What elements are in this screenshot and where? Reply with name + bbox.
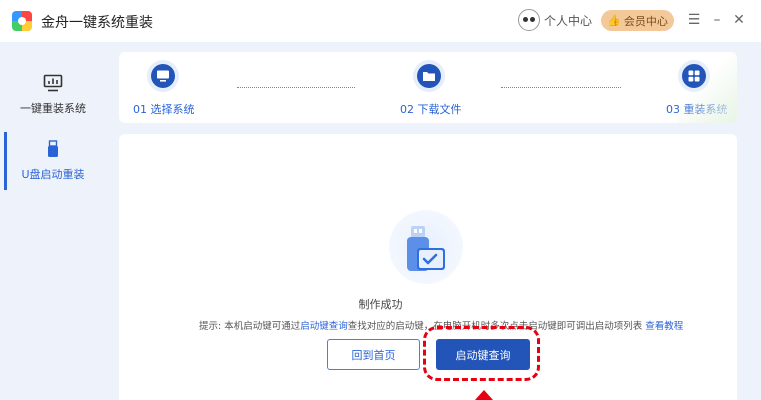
vip-center-label: 会员中心 [623, 14, 668, 28]
app-logo-icon [12, 11, 32, 31]
windows-grid-icon [688, 70, 700, 82]
progress-steps: 01 选择系统 02 下载文件 03 重装系统 [119, 52, 737, 123]
sidebar-item-usb-reinstall[interactable]: U盘启动重装 [0, 128, 106, 194]
sidebar: 一键重装系统 U盘启动重装 [0, 42, 106, 400]
monitor-icon [157, 70, 169, 82]
sidebar-item-one-click-reinstall[interactable]: 一键重装系统 [0, 62, 106, 128]
vip-center-button[interactable]: 👍 会员中心 [601, 10, 674, 31]
step-label-select-system: 01 选择系统 [133, 103, 195, 116]
thumbs-up-icon: 👍 [607, 14, 621, 27]
folder-icon [423, 72, 435, 81]
highlight-annotation [423, 326, 540, 381]
minimize-icon[interactable]: – [709, 10, 725, 30]
back-home-button[interactable]: 回到首页 [327, 339, 420, 370]
step-label-reinstall-system: 03 重装系统 [666, 103, 728, 116]
window-title: 金舟一键系统重装 [41, 15, 153, 31]
user-center-button[interactable]: 个人中心 [518, 9, 592, 31]
menu-icon[interactable]: ☰ [686, 10, 702, 30]
usb-check-icon [407, 226, 445, 271]
sidebar-item-label: U盘启动重装 [21, 168, 85, 181]
usb-drive-icon [48, 140, 58, 157]
sidebar-item-label: 一键重装系统 [20, 102, 86, 115]
arrow-annotation-icon [475, 390, 493, 400]
step-connector [237, 87, 355, 88]
step-connector [501, 87, 621, 88]
panda-avatar-icon [518, 9, 540, 31]
usb-success-illustration [389, 210, 463, 284]
user-center-label: 个人中心 [544, 13, 593, 28]
step-select-system [147, 60, 179, 92]
status-message: 制作成功 [358, 298, 403, 311]
close-icon[interactable]: ✕ [731, 10, 747, 30]
monitor-chart-icon [43, 74, 63, 92]
boot-key-query-link[interactable]: 启动键查询 [300, 321, 348, 332]
step-download-files [413, 60, 445, 92]
view-tutorial-link[interactable]: 查看教程 [645, 321, 683, 332]
title-bar: 金舟一键系统重装 个人中心 👍 会员中心 ☰ – ✕ [0, 0, 761, 42]
hint-prefix: 提示: 本机启动键可通过 [199, 321, 301, 332]
step-reinstall-system [678, 60, 710, 92]
step-label-download-files: 02 下载文件 [400, 103, 462, 116]
